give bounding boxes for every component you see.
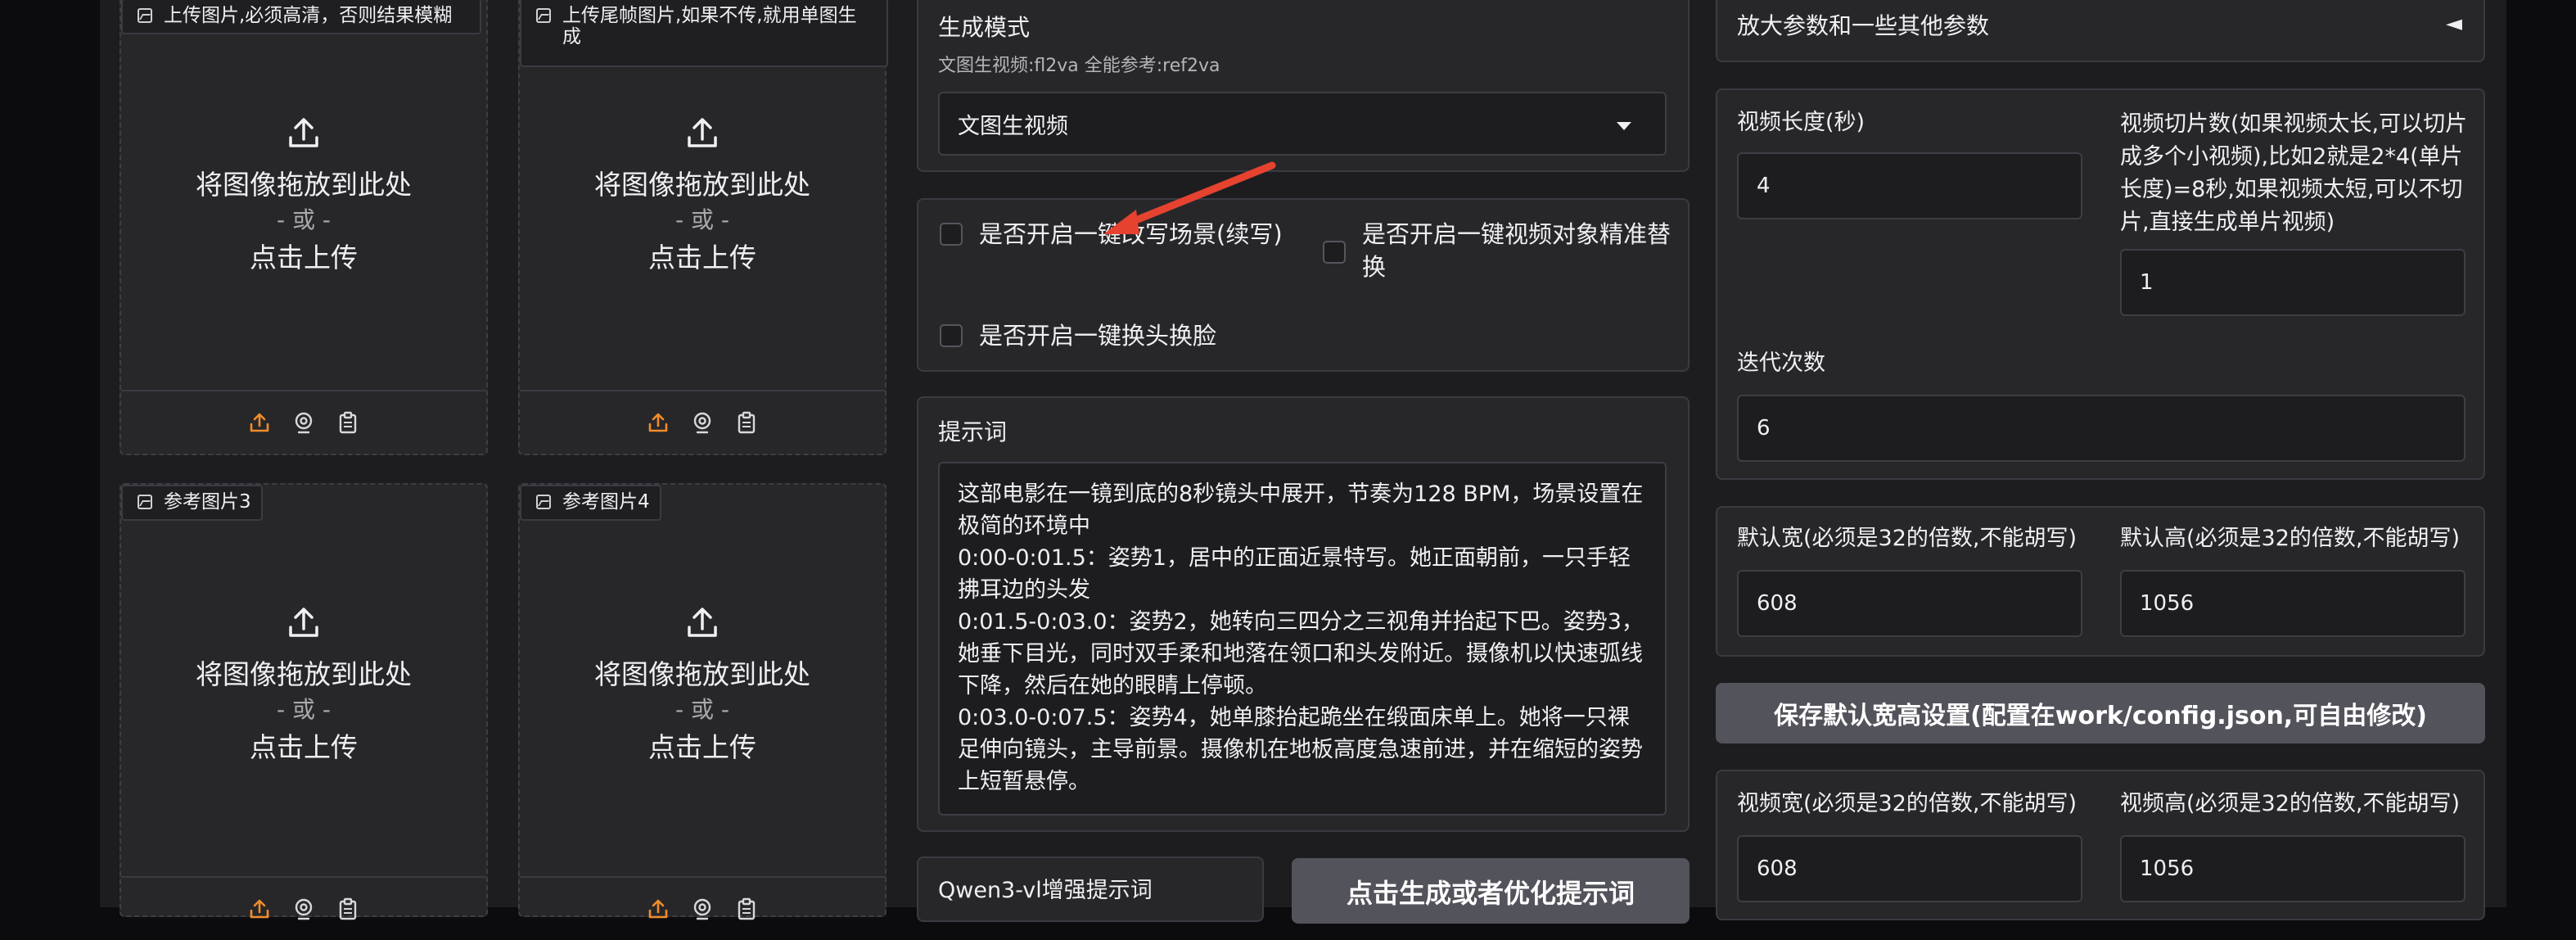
image-icon <box>536 495 551 509</box>
accordion-title: 放大参数和一些其他参数 <box>1737 12 1990 39</box>
click-upload-text[interactable]: 点击上传 <box>250 727 358 768</box>
slice-count-label: 视频切片数(如果视频太长,可以切片成多个小视频),比如2就是2*4(单片长度)=… <box>2120 111 2468 235</box>
webcam-icon[interactable] <box>688 895 716 923</box>
upload-ref-image-3[interactable]: 参考图片3 将图像拖放到此处 - 或 - 点击上传 <box>120 483 488 920</box>
gen-mode-selected: 文图生视频 <box>958 113 1068 139</box>
webcam-icon[interactable] <box>290 409 318 436</box>
default-size-panel: 默认宽(必须是32的倍数,不能胡写) 608 默认高(必须是32的倍数,不能胡写… <box>1716 506 2485 657</box>
upload-label-end-frame: 上传尾帧图片,如果不传,就用单图生 成 <box>520 0 888 67</box>
video-size-panel: 视频宽(必须是32的倍数,不能胡写) 608 视频高(必须是32的倍数,不能胡写… <box>1716 770 2485 920</box>
click-upload-text[interactable]: 点击上传 <box>648 727 756 768</box>
video-width-input[interactable]: 608 <box>1737 835 2082 902</box>
face-swap-label[interactable]: 是否开启一键换头换脸 <box>979 319 1216 352</box>
image-icon <box>138 8 152 23</box>
upload-icon[interactable] <box>246 409 273 436</box>
annotation-arrow <box>1103 161 1276 234</box>
iterations-label: 迭代次数 <box>1737 350 1825 376</box>
upload-label-ref-3: 参考图片3 <box>121 485 263 521</box>
image-icon <box>138 495 152 509</box>
drop-text: 将图像拖放到此处 <box>196 169 412 201</box>
drop-zone[interactable]: 将图像拖放到此处 - 或 - 点击上传 <box>520 603 885 768</box>
clipboard-icon[interactable] <box>334 409 362 436</box>
upload-icon[interactable] <box>644 409 672 436</box>
face-swap-checkbox[interactable] <box>940 324 963 347</box>
default-width-input[interactable]: 608 <box>1737 570 2082 637</box>
or-text: - 或 - <box>276 696 331 723</box>
prompt-textarea[interactable]: 这部电影在一镜到底的8秒镜头中展开，节奏为128 BPM，场景设置在极简的环境中… <box>938 462 1667 816</box>
upload-toolbar <box>121 390 486 454</box>
drop-zone[interactable]: 将图像拖放到此处 - 或 - 点击上传 <box>121 603 486 768</box>
scene-continue-checkbox[interactable] <box>940 223 963 246</box>
qwen-label: Qwen3-vl增强提示词 <box>938 878 1153 903</box>
object-replace-checkbox[interactable] <box>1323 241 1346 264</box>
chevron-down-icon <box>1617 122 1631 130</box>
or-text: - 或 - <box>674 206 729 233</box>
click-upload-text[interactable]: 点击上传 <box>250 237 358 278</box>
drop-text: 将图像拖放到此处 <box>196 658 412 690</box>
prompt-label: 提示词 <box>938 418 1008 445</box>
or-text: - 或 - <box>674 696 729 723</box>
upload-label-main: 上传图片,必须高清，否则结果模糊 <box>121 0 481 34</box>
qwen-panel: Qwen3-vl增强提示词 <box>917 856 1264 922</box>
upload-icon[interactable] <box>246 895 273 923</box>
webcam-icon[interactable] <box>688 409 716 436</box>
iterations-input[interactable]: 6 <box>1737 395 2465 462</box>
generate-button[interactable]: 点击生成或者优化提示词 <box>1292 858 1690 924</box>
upload-ref-image-4[interactable]: 参考图片4 将图像拖放到此处 - 或 - 点击上传 <box>518 483 886 920</box>
upload-toolbar <box>520 390 885 454</box>
drop-zone[interactable]: 将图像拖放到此处 - 或 - 点击上传 <box>121 113 486 278</box>
gen-mode-panel: 生成模式 文图生视频:fl2va 全能参考:ref2va 文图生视频 <box>917 0 1690 172</box>
clipboard-icon[interactable] <box>733 895 760 923</box>
video-length-label: 视频长度(秒) <box>1737 110 1865 135</box>
slice-count-input[interactable]: 1 <box>2120 249 2465 316</box>
or-text: - 或 - <box>276 206 331 233</box>
webcam-icon[interactable] <box>290 895 318 923</box>
default-height-input[interactable]: 1056 <box>2120 570 2465 637</box>
upload-image-main[interactable]: 上传图片,必须高清，否则结果模糊 将图像拖放到此处 - 或 - 点击上传 <box>120 0 488 455</box>
clipboard-icon[interactable] <box>733 409 760 436</box>
video-width-label: 视频宽(必须是32的倍数,不能胡写) <box>1737 791 2077 816</box>
image-icon <box>536 8 551 23</box>
length-panel: 视频长度(秒) 4 视频切片数(如果视频太长,可以切片成多个小视频),比如2就是… <box>1716 88 2485 480</box>
upload-toolbar <box>520 876 885 940</box>
upload-icon <box>289 608 318 637</box>
gen-mode-label: 生成模式 <box>938 14 1031 41</box>
clipboard-icon[interactable] <box>334 895 362 923</box>
upload-icon <box>688 118 717 147</box>
drop-text: 将图像拖放到此处 <box>594 658 810 690</box>
gen-mode-dropdown[interactable]: 文图生视频 <box>938 92 1667 156</box>
prompt-panel: 提示词 这部电影在一镜到底的8秒镜头中展开，节奏为128 BPM，场景设置在极简… <box>917 396 1690 832</box>
default-height-label: 默认高(必须是32的倍数,不能胡写) <box>2120 526 2461 551</box>
upload-icon[interactable] <box>644 895 672 923</box>
default-width-label: 默认宽(必须是32的倍数,不能胡写) <box>1737 526 2077 551</box>
gen-mode-sublabel: 文图生视频:fl2va 全能参考:ref2va <box>938 56 1220 76</box>
video-length-input[interactable]: 4 <box>1737 152 2082 219</box>
upload-end-frame[interactable]: 上传尾帧图片,如果不传,就用单图生 成 将图像拖放到此处 - 或 - 点击上传 <box>518 0 888 455</box>
options-panel: 是否开启一键改写场景(续写) 是否开启一键视频对象精准替换 是否开启一键换头换脸 <box>917 198 1690 372</box>
upload-label-ref-4: 参考图片4 <box>520 485 661 521</box>
video-height-label: 视频高(必须是32的倍数,不能胡写) <box>2120 791 2461 816</box>
video-height-input[interactable]: 1056 <box>2120 835 2465 902</box>
click-upload-text[interactable]: 点击上传 <box>648 237 756 278</box>
collapse-arrow-icon[interactable]: ◄ <box>2446 11 2462 36</box>
drop-zone[interactable]: 将图像拖放到此处 - 或 - 点击上传 <box>520 113 885 278</box>
upload-toolbar <box>121 876 486 940</box>
drop-text: 将图像拖放到此处 <box>594 169 810 201</box>
params-accordion[interactable]: 放大参数和一些其他参数 ◄ <box>1716 0 2485 62</box>
upload-icon <box>688 608 717 637</box>
object-replace-label[interactable]: 是否开启一键视频对象精准替换 <box>1362 218 1673 283</box>
upload-icon <box>289 118 318 147</box>
save-default-size-button[interactable]: 保存默认宽高设置(配置在work/config.json,可自由修改) <box>1716 683 2485 743</box>
